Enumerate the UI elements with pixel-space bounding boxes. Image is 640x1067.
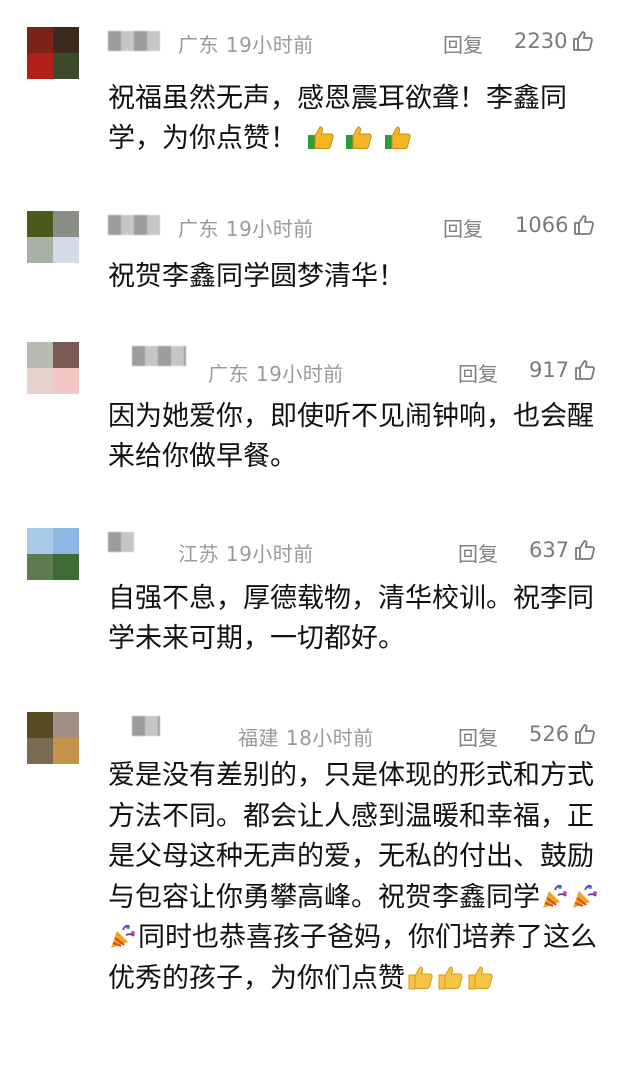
avatar[interactable] xyxy=(27,528,79,580)
like-button[interactable]: 526 xyxy=(529,722,597,746)
party-popper-icon xyxy=(573,884,597,908)
like-button[interactable]: 1066 xyxy=(515,213,596,237)
like-button[interactable]: 917 xyxy=(529,358,597,382)
comment-time: 19小时前 xyxy=(255,362,344,386)
avatar-tile xyxy=(53,342,79,368)
comment-text-content: 同时也恭喜孩子爸妈，你们培养了这么优秀的孩子，为你们点赞 xyxy=(108,922,597,994)
party-popper-icon xyxy=(543,884,567,908)
avatar-tile xyxy=(27,554,53,580)
username-blurred[interactable] xyxy=(108,215,160,235)
comment-location: 广东 xyxy=(178,33,219,57)
comment-location: 广东 xyxy=(208,362,249,386)
username-blurred[interactable] xyxy=(132,346,186,366)
comment-text-content: 祝贺李鑫同学圆梦清华！ xyxy=(108,261,405,292)
comment-meta: 广东 19小时前 xyxy=(178,213,314,242)
avatar-tile xyxy=(53,712,79,738)
comment-meta: 福建 18小时前 xyxy=(238,722,374,751)
avatar-tile xyxy=(53,528,79,554)
reply-button[interactable]: 回复 xyxy=(458,358,498,387)
comment-text-content: 因为她爱你，即使听不见闹钟响，也会醒来给你做早餐。 xyxy=(108,401,594,472)
thumb-up-outline-icon xyxy=(575,540,595,560)
avatar-tile xyxy=(27,342,53,368)
reply-button[interactable]: 回复 xyxy=(443,213,483,242)
username-blurred[interactable] xyxy=(108,31,160,51)
avatar-tile xyxy=(27,211,53,237)
reply-button[interactable]: 回复 xyxy=(443,29,483,58)
avatar-tile xyxy=(27,712,53,738)
reply-button[interactable]: 回复 xyxy=(458,722,498,751)
comment-location: 江苏 xyxy=(178,542,219,566)
thumbs-up-emoji-icon xyxy=(408,965,433,989)
like-count: 917 xyxy=(529,358,570,382)
avatar-tile xyxy=(27,237,53,263)
like-count: 637 xyxy=(529,538,570,562)
comment-text: 因为她爱你，即使听不见闹钟响，也会醒来给你做早餐。 xyxy=(108,397,608,477)
comment-text-content: 爱是没有差别的，只是体现的形式和方式方法不同。都会让人感到温暖和幸福，正是父母这… xyxy=(108,760,594,913)
thumbs-up-emoji-icon xyxy=(384,126,411,149)
avatar-tile xyxy=(27,53,53,79)
avatar-tile xyxy=(27,528,53,554)
thumbs-up-emoji-icon xyxy=(438,965,463,989)
comment-meta: 广东 19小时前 xyxy=(178,29,314,58)
comment-meta: 江苏 19小时前 xyxy=(178,538,314,567)
avatar-tile xyxy=(27,738,53,764)
comment-text: 自强不息，厚德载物，清华校训。祝李同学未来可期，一切都好。 xyxy=(108,579,608,659)
comment-time: 19小时前 xyxy=(225,217,314,241)
avatar[interactable] xyxy=(27,342,79,394)
comment-text-content: 自强不息，厚德载物，清华校训。祝李同学未来可期，一切都好。 xyxy=(108,583,594,654)
like-button[interactable]: 637 xyxy=(529,538,597,562)
party-popper-icon xyxy=(111,924,135,948)
like-count: 526 xyxy=(529,722,570,746)
thumb-up-outline-icon xyxy=(575,360,595,380)
avatar-tile xyxy=(27,27,53,53)
thumbs-up-emoji-icon xyxy=(346,126,372,149)
emoji-group xyxy=(306,123,413,154)
avatar[interactable] xyxy=(27,27,79,79)
avatar-tile xyxy=(53,554,79,580)
reply-button[interactable]: 回复 xyxy=(458,538,498,567)
username-blurred[interactable] xyxy=(108,532,134,552)
emoji-group xyxy=(405,963,495,994)
avatar-tile xyxy=(53,211,79,237)
thumb-up-outline-icon xyxy=(575,724,595,744)
username-blurred[interactable] xyxy=(132,716,160,736)
comment-text: 祝贺李鑫同学圆梦清华！ xyxy=(108,257,608,297)
avatar-tile xyxy=(53,738,79,764)
avatar[interactable] xyxy=(27,712,79,764)
comment-time: 18小时前 xyxy=(285,726,374,750)
like-count: 2230 xyxy=(514,29,568,53)
thumb-up-outline-icon xyxy=(573,31,594,51)
avatar-tile xyxy=(53,27,79,53)
like-count: 1066 xyxy=(515,213,569,237)
avatar[interactable] xyxy=(27,211,79,263)
avatar-tile xyxy=(53,237,79,263)
comment-location: 广东 xyxy=(178,217,219,241)
thumb-up-outline-icon xyxy=(574,215,595,235)
like-button[interactable]: 2230 xyxy=(514,29,595,53)
avatar-tile xyxy=(53,53,79,79)
avatar-tile xyxy=(53,368,79,394)
comment-meta: 广东 19小时前 xyxy=(208,358,344,387)
comment-text: 爱是没有差别的，只是体现的形式和方式方法不同。都会让人感到温暖和幸福，正是父母这… xyxy=(108,756,608,999)
avatar-tile xyxy=(27,368,53,394)
comment-time: 19小时前 xyxy=(225,33,314,57)
thumbs-up-emoji-icon xyxy=(468,965,493,989)
comment-time: 19小时前 xyxy=(225,542,314,566)
thumbs-up-emoji-icon xyxy=(307,126,334,149)
comment-location: 福建 xyxy=(238,726,279,750)
comment-text: 祝福虽然无声，感恩震耳欲聋！李鑫同学，为你点赞！ xyxy=(108,79,608,159)
